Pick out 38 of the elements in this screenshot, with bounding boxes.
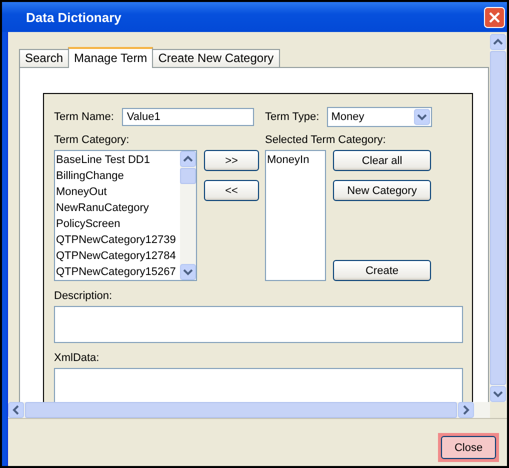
list-item[interactable]: PolicyScreen (56, 216, 179, 232)
list-scrollbar[interactable] (180, 151, 196, 280)
text-field[interactable]: Value1 (122, 108, 254, 126)
scroll-up-icon[interactable] (180, 151, 196, 167)
list-item[interactable]: MoneyOut (56, 184, 179, 200)
tab[interactable]: Manage Term (68, 47, 154, 68)
scrollbar-thumb[interactable] (180, 168, 196, 184)
description-field[interactable] (54, 306, 463, 343)
list-item[interactable]: QTPNewCategory12739 (56, 232, 179, 248)
list-item[interactable]: QTPNewCategory12784 (56, 248, 179, 264)
action-button[interactable]: Create (333, 260, 431, 281)
scroll-down-icon[interactable] (180, 264, 196, 280)
list-item[interactable]: NewRanuCategory (56, 200, 179, 216)
field-label: Description: (54, 289, 114, 304)
list-item[interactable]: BillingChange (56, 168, 179, 184)
field-label: Term Name: (54, 111, 114, 123)
field-label: XmlData: (54, 351, 100, 366)
close-icon[interactable] (484, 6, 505, 28)
window-title: Data Dictionary (26, 10, 122, 24)
field-label: Term Category: (54, 133, 130, 148)
scroll-up-icon[interactable] (490, 34, 506, 50)
scroll-right-icon[interactable] (458, 402, 474, 418)
dropdown[interactable]: Money (327, 107, 432, 127)
scroll-left-icon[interactable] (8, 402, 24, 418)
move-button[interactable]: << (204, 180, 259, 201)
tab[interactable]: Create New Category (152, 49, 280, 67)
close-button[interactable]: Close (441, 436, 496, 459)
field-label: Term Type: (265, 111, 320, 123)
move-button[interactable]: >> (204, 150, 259, 171)
field-label: Selected Term Category: (265, 133, 387, 148)
chevron-down-icon[interactable] (414, 109, 430, 125)
action-button[interactable]: New Category (333, 180, 431, 201)
list-item[interactable]: BaseLine Test DD1 (56, 152, 179, 168)
action-button[interactable]: Clear all (333, 150, 431, 171)
scroll-down-icon[interactable] (490, 386, 506, 402)
list-item[interactable]: MoneyIn (267, 152, 324, 168)
list-item[interactable]: QTPNewCategory15267 (56, 264, 179, 280)
tab[interactable]: Search (19, 49, 70, 67)
